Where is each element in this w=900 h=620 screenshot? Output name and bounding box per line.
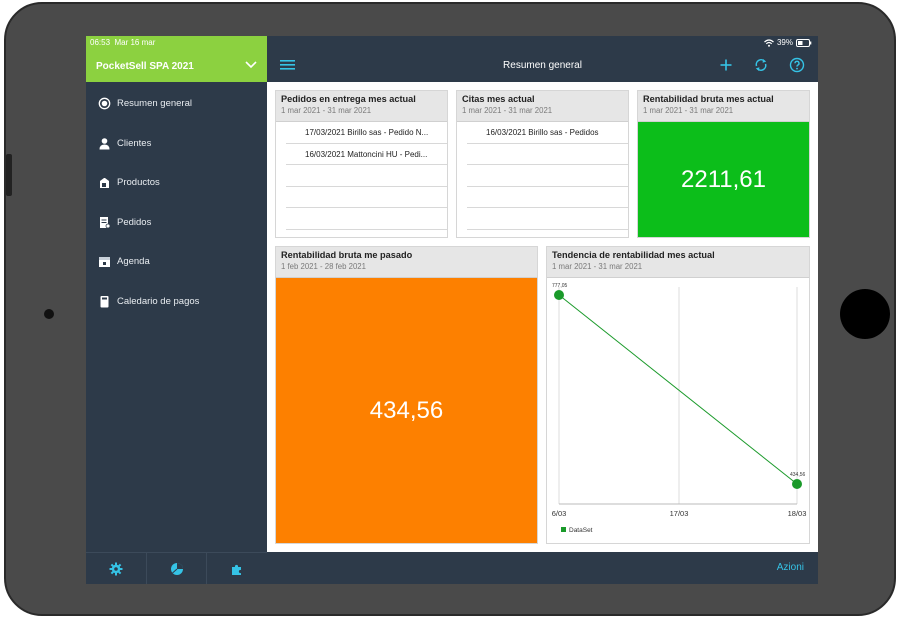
sidebar-item-label: Caledario de pagos (117, 295, 200, 307)
x-tick-label: 6/03 (552, 509, 567, 518)
legend-label: DataSet (569, 527, 593, 534)
status-time: 06:53 Mar 16 mar (90, 38, 155, 47)
chevron-down-icon[interactable] (244, 57, 258, 71)
metric-value: 434,56 (369, 396, 444, 424)
list-item-empty (286, 208, 447, 230)
gear-icon (109, 562, 123, 575)
widget-date-range: 1 mar 2021 - 31 mar 2021 (643, 106, 734, 115)
list-item[interactable]: 16/03/2021 Birillo sas - Pedidos (467, 122, 628, 144)
widget-date-range: 1 mar 2021 - 31 mar 2021 (281, 106, 372, 115)
widget-date-range: 1 mar 2021 - 31 mar 2021 (462, 106, 553, 115)
wifi-icon (764, 38, 774, 47)
help-icon[interactable] (789, 57, 805, 73)
sidebar-footer (86, 552, 267, 584)
widget-rentabilidad-actual[interactable]: Rentabilidad bruta mes actual 1 mar 2021… (637, 90, 810, 238)
stats-button[interactable] (147, 553, 208, 584)
widget-header: Citas mes actual 1 mar 2021 - 31 mar 202… (457, 91, 628, 122)
widget-date-range: 1 mar 2021 - 31 mar 2021 (552, 262, 643, 271)
widget-date-range: 1 feb 2021 - 28 feb 2021 (281, 262, 366, 271)
list-item-empty (286, 187, 447, 208)
sidebar-item-label: Productos (117, 177, 160, 189)
plus-icon[interactable] (718, 57, 734, 73)
app-screen: 06:53 Mar 16 mar PocketSell SPA 2021 Res… (86, 36, 818, 584)
widget-title: Pedidos en entrega mes actual (281, 94, 416, 104)
status-indicators: 39% (764, 38, 812, 47)
actions-button[interactable]: Azioni (777, 562, 804, 573)
trend-line-chart: 777,05 434,56 6/03 17/03 18/03 DataSet (552, 283, 807, 534)
volume-key (6, 154, 12, 196)
widget-header: Rentabilidad bruta mes actual 1 mar 2021… (638, 91, 809, 122)
widget-citas[interactable]: Citas mes actual 1 mar 2021 - 31 mar 202… (456, 90, 629, 238)
widget-title: Tendencia de rentabilidad mes actual (552, 250, 715, 260)
x-tick-label: 17/03 (670, 509, 689, 518)
order-icon (100, 216, 111, 229)
puzzle-icon (232, 564, 242, 575)
data-label: 434,56 (790, 472, 806, 478)
list-item-empty (467, 165, 628, 187)
home-button[interactable] (840, 289, 890, 339)
person-icon (99, 137, 110, 150)
sidebar-nav: Resumen general Clientes Productos Pedid… (86, 84, 267, 321)
sidebar-item-label: Pedidos (117, 216, 152, 228)
product-bag-icon (100, 178, 109, 189)
company-selector[interactable]: 06:53 Mar 16 mar PocketSell SPA 2021 (86, 36, 267, 82)
sidebar-item-label: Resumen general (117, 98, 192, 110)
widget-pedidos[interactable]: Pedidos en entrega mes actual 1 mar 2021… (275, 90, 448, 238)
widget-header: Rentabilidad bruta me pasado 1 feb 2021 … (276, 247, 537, 278)
sidebar-item-label: Clientes (117, 137, 152, 149)
metric-value: 2211,61 (681, 165, 766, 193)
dashboard-content: Pedidos en entrega mes actual 1 mar 2021… (267, 82, 818, 552)
widget-header: Tendencia de rentabilidad mes actual 1 m… (547, 247, 809, 278)
list-item-empty (467, 208, 628, 230)
footer-bar: Azioni (267, 552, 818, 584)
pedidos-list: 17/03/2021 Birillo sas - Pedido N... 16/… (276, 122, 447, 230)
sidebar: 06:53 Mar 16 mar PocketSell SPA 2021 Res… (86, 36, 267, 584)
sidebar-item-agenda[interactable]: Agenda (86, 242, 267, 282)
data-label: 777,05 (552, 283, 568, 289)
data-point (554, 290, 564, 300)
chart-pie-icon (170, 562, 183, 575)
metric-tile: 2211,61 (638, 122, 809, 237)
sidebar-item-productos[interactable]: Productos (86, 163, 267, 203)
widget-title: Rentabilidad bruta mes actual (643, 94, 774, 104)
list-item-empty (286, 165, 447, 187)
settings-button[interactable] (86, 553, 147, 584)
radio-selected-icon (98, 97, 111, 110)
widget-tendencia[interactable]: Tendencia de rentabilidad mes actual 1 m… (546, 246, 810, 544)
sidebar-item-label: Agenda (117, 256, 150, 268)
citas-list: 16/03/2021 Birillo sas - Pedidos (457, 122, 628, 230)
list-item-empty (467, 187, 628, 208)
status-date: Mar 16 mar (114, 38, 156, 47)
plugins-button[interactable] (207, 553, 267, 584)
status-clock: 06:53 (90, 38, 111, 47)
sidebar-item-calendario-pagos[interactable]: Caledario de pagos (86, 282, 267, 322)
data-point (792, 479, 802, 489)
x-tick-label: 18/03 (788, 509, 807, 518)
metric-tile: 434,56 (276, 278, 537, 543)
list-item-empty (467, 144, 628, 165)
sidebar-item-clientes[interactable]: Clientes (86, 124, 267, 164)
sync-icon[interactable] (753, 57, 769, 73)
page-title: Resumen general (503, 60, 582, 71)
series-line (558, 294, 798, 485)
camera (44, 309, 54, 319)
widget-rentabilidad-pasado[interactable]: Rentabilidad bruta me pasado 1 feb 2021 … (275, 246, 538, 544)
sidebar-item-pedidos[interactable]: Pedidos (86, 203, 267, 243)
widget-title: Citas mes actual (462, 94, 535, 104)
calendar-icon (99, 257, 110, 268)
widget-header: Pedidos en entrega mes actual 1 mar 2021… (276, 91, 447, 122)
battery-icon (796, 38, 812, 47)
list-item[interactable]: 17/03/2021 Birillo sas - Pedido N... (286, 122, 447, 144)
widget-title: Rentabilidad bruta me pasado (281, 250, 413, 260)
legend-swatch (561, 527, 566, 532)
company-name: PocketSell SPA 2021 (96, 61, 194, 72)
sidebar-item-resumen[interactable]: Resumen general (86, 84, 267, 124)
list-item[interactable]: 16/03/2021 Mattoncini HU - Pedi... (286, 144, 447, 165)
battery-percent: 39% (776, 38, 793, 47)
payment-calendar-icon (100, 295, 109, 308)
top-bar: 39% Resumen general (267, 36, 818, 82)
